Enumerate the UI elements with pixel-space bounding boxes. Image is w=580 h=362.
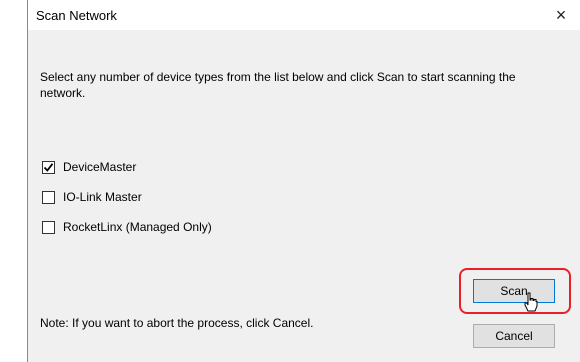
close-icon: × xyxy=(555,5,567,25)
dialog-body: Select any number of device types from t… xyxy=(28,30,580,362)
close-button[interactable]: × xyxy=(546,3,576,27)
scan-network-dialog: Scan Network × Select any number of devi… xyxy=(27,0,580,362)
title-bar: Scan Network × xyxy=(28,0,580,30)
rocketlinx-label: RocketLinx (Managed Only) xyxy=(63,220,212,234)
checkmark-icon xyxy=(43,162,54,172)
cancel-button-label: Cancel xyxy=(495,329,533,343)
instructions-text: Select any number of device types from t… xyxy=(40,70,516,100)
io-link-master-checkbox[interactable] xyxy=(42,190,55,204)
devicemaster-checkbox[interactable] xyxy=(42,160,55,174)
dialog-title: Scan Network xyxy=(36,8,117,23)
io-link-master-label: IO-Link Master xyxy=(63,190,142,204)
devicemaster-label: DeviceMaster xyxy=(63,160,137,174)
checkbox-row-io-link-master[interactable]: IO-Link Master xyxy=(42,189,142,205)
pointer-hand-icon xyxy=(524,292,538,312)
scan-button[interactable]: Scan xyxy=(473,279,555,303)
checkbox-row-rocketlinx[interactable]: RocketLinx (Managed Only) xyxy=(42,219,212,235)
rocketlinx-checkbox[interactable] xyxy=(42,220,55,234)
checkbox-row-devicemaster[interactable]: DeviceMaster xyxy=(42,159,136,175)
abort-note: Note: If you want to abort the process, … xyxy=(40,316,314,330)
cancel-button[interactable]: Cancel xyxy=(473,324,555,348)
